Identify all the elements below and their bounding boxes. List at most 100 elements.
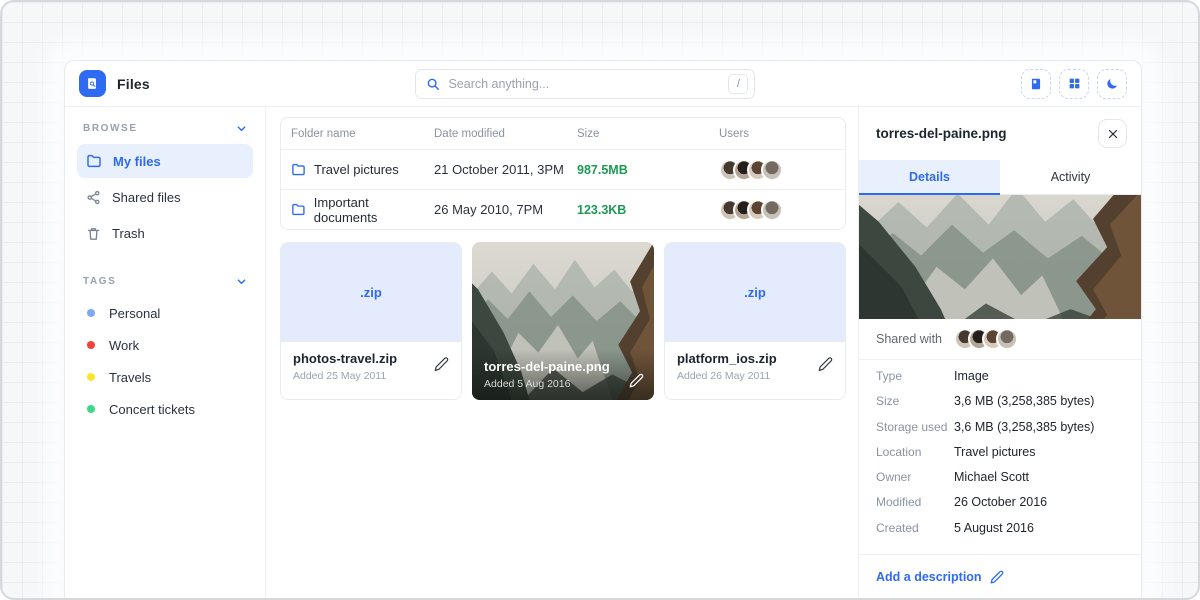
tab-activity[interactable]: Activity bbox=[1000, 160, 1141, 195]
edit-icon[interactable] bbox=[629, 373, 644, 388]
dark-mode-icon bbox=[1105, 77, 1119, 91]
edit-icon[interactable] bbox=[434, 357, 449, 372]
file-added-date: Added 26 May 2011 bbox=[677, 370, 833, 382]
folder-name: Travel pictures bbox=[314, 162, 399, 177]
chevron-down-icon[interactable] bbox=[236, 123, 247, 134]
column-header-folder-name: Folder name bbox=[291, 128, 434, 140]
file-name: platform_ios.zip bbox=[677, 351, 833, 366]
file-name: torres-del-paine.png bbox=[484, 359, 642, 374]
search-input[interactable] bbox=[448, 77, 728, 91]
tag-item-concert-tickets[interactable]: Concert tickets bbox=[77, 393, 253, 425]
shared-with-label: Shared with bbox=[876, 332, 942, 346]
sidebar-item-shared-files[interactable]: Shared files bbox=[77, 180, 253, 214]
tag-item-work[interactable]: Work bbox=[77, 329, 253, 361]
file-added-date: Added 5 Aug 2016 bbox=[484, 378, 642, 390]
notebook-icon bbox=[1029, 77, 1043, 91]
date-modified: 26 May 2010, 7PM bbox=[434, 202, 577, 217]
tab-details[interactable]: Details bbox=[859, 160, 1000, 195]
column-header-date-modified: Date modified bbox=[434, 128, 577, 140]
tag-color-dot bbox=[87, 373, 95, 381]
close-icon bbox=[1107, 128, 1119, 140]
tag-label: Work bbox=[109, 338, 139, 353]
folder-icon bbox=[291, 162, 306, 177]
file-name: photos-travel.zip bbox=[293, 351, 449, 366]
field-location: Location Travel pictures bbox=[876, 445, 1124, 470]
file-added-date: Added 25 May 2011 bbox=[293, 370, 449, 382]
file-card-torres-del-paine-png[interactable]: torres-del-paine.png Added 5 Aug 2016 bbox=[472, 242, 654, 400]
folder-size: 987.5MB bbox=[577, 163, 719, 177]
chevron-down-icon[interactable] bbox=[236, 276, 247, 287]
tag-color-dot bbox=[87, 341, 95, 349]
page-background: Files / bbox=[0, 0, 1200, 600]
tags-section-label: TAGS bbox=[83, 276, 116, 287]
column-header-users: Users bbox=[719, 128, 845, 140]
field-created: Created 5 August 2016 bbox=[876, 521, 1124, 546]
avatar bbox=[996, 328, 1018, 350]
field-owner: Owner Michael Scott bbox=[876, 470, 1124, 495]
sidebar-item-trash[interactable]: Trash bbox=[77, 216, 253, 250]
avatar bbox=[761, 199, 783, 221]
folders-table: Folder name Date modified Size Users Tra… bbox=[280, 117, 846, 230]
app-logo-icon bbox=[79, 70, 106, 97]
zip-badge: .zip bbox=[360, 285, 382, 300]
avatar bbox=[761, 159, 783, 181]
tag-label: Personal bbox=[109, 306, 160, 321]
file-metadata: Type Image Size 3,6 MB (3,258,385 bytes)… bbox=[859, 360, 1141, 552]
browse-section-label: BROWSE bbox=[83, 123, 138, 134]
sidebar-item-label: Shared files bbox=[112, 190, 181, 205]
file-card-photos-travel-zip[interactable]: .zip photos-travel.zip Added 25 May 2011 bbox=[280, 242, 462, 400]
search-shortcut-badge: / bbox=[728, 74, 748, 94]
grid-view-icon bbox=[1068, 77, 1081, 90]
browse-section-header[interactable]: BROWSE bbox=[77, 123, 253, 134]
files-app-window: Files / bbox=[64, 60, 1142, 600]
tag-item-personal[interactable]: Personal bbox=[77, 297, 253, 329]
search-bar[interactable]: / bbox=[415, 69, 755, 99]
dark-mode-button[interactable] bbox=[1097, 69, 1127, 99]
sidebar-item-my-files[interactable]: My files bbox=[77, 144, 253, 178]
sidebar-item-label: My files bbox=[113, 154, 161, 169]
add-description-button[interactable]: Add a description bbox=[859, 555, 1141, 599]
sidebar: BROWSE My files Shared files Trash TAGS bbox=[65, 107, 266, 600]
tag-label: Travels bbox=[109, 370, 151, 385]
folder-name: Important documents bbox=[314, 195, 434, 225]
panel-tabs: Details Activity bbox=[859, 160, 1141, 195]
table-row-important-documents[interactable]: Important documents 26 May 2010, 7PM 123… bbox=[281, 189, 845, 229]
close-panel-button[interactable] bbox=[1098, 119, 1127, 148]
grid-view-button[interactable] bbox=[1059, 69, 1089, 99]
panel-preview-image bbox=[859, 195, 1141, 319]
users-avatar-group bbox=[719, 199, 845, 221]
panel-preview bbox=[859, 195, 1141, 319]
date-modified: 21 October 2011, 3PM bbox=[434, 162, 577, 177]
zip-badge: .zip bbox=[744, 285, 766, 300]
zip-preview: .zip bbox=[665, 243, 845, 342]
add-description-label: Add a description bbox=[876, 570, 982, 584]
folder-size: 123.3KB bbox=[577, 203, 719, 217]
tags-section-header[interactable]: TAGS bbox=[77, 276, 253, 287]
tag-item-travels[interactable]: Travels bbox=[77, 361, 253, 393]
details-panel: torres-del-paine.png Details Activity bbox=[858, 107, 1141, 600]
file-card-platform-ios-zip[interactable]: .zip platform_ios.zip Added 26 May 2011 bbox=[664, 242, 846, 400]
shared-with-row: Shared with bbox=[859, 319, 1141, 360]
header-actions bbox=[1021, 69, 1127, 99]
panel-title: torres-del-paine.png bbox=[876, 126, 1007, 141]
folder-icon bbox=[291, 202, 306, 217]
column-header-size: Size bbox=[577, 128, 719, 140]
edit-icon bbox=[990, 570, 1004, 584]
notebook-button[interactable] bbox=[1021, 69, 1051, 99]
field-type: Type Image bbox=[876, 369, 1124, 394]
folder-icon bbox=[86, 153, 102, 169]
zip-preview: .zip bbox=[281, 243, 461, 342]
edit-icon[interactable] bbox=[818, 357, 833, 372]
sidebar-item-label: Trash bbox=[112, 226, 145, 241]
table-row-travel-pictures[interactable]: Travel pictures 21 October 2011, 3PM 987… bbox=[281, 149, 845, 189]
shared-avatar-group[interactable] bbox=[954, 328, 1018, 350]
search-icon bbox=[426, 77, 440, 91]
tag-color-dot bbox=[87, 405, 95, 413]
tag-label: Concert tickets bbox=[109, 402, 195, 417]
page-title: Files bbox=[117, 76, 150, 92]
field-size: Size 3,6 MB (3,258,385 bytes) bbox=[876, 394, 1124, 419]
trash-icon bbox=[86, 226, 101, 241]
tag-color-dot bbox=[87, 309, 95, 317]
file-cards: .zip photos-travel.zip Added 25 May 2011 bbox=[280, 242, 846, 400]
users-avatar-group bbox=[719, 159, 845, 181]
